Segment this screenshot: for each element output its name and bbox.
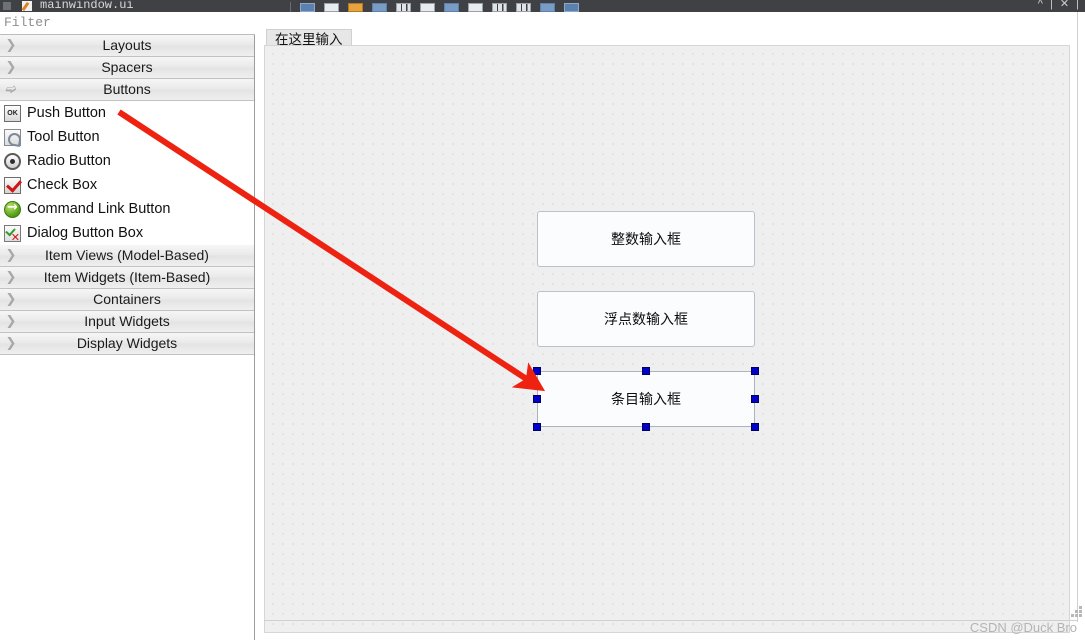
command-link-button-icon [4,200,21,218]
toolbar-icon-layout-grid[interactable] [492,3,507,12]
selection-handle-bottom-center[interactable] [642,423,650,431]
widget-box-panel: Filter ❯ Layouts ❯ Spacers ➫ Buttons OK … [0,12,255,640]
watermark-text: CSDN @Duck Bro [969,620,1077,635]
category-input-widgets[interactable]: ❯ Input Widgets [0,311,254,333]
widget-item-push-button[interactable]: OK Push Button [0,101,254,125]
tool-button-icon [4,129,21,146]
toolbar-icon-edit-buddies[interactable] [348,3,363,12]
radio-button-icon [4,153,21,170]
toolbar-icon-layout-horizontal[interactable] [396,3,411,12]
toolbar-separator [290,2,291,12]
category-layouts[interactable]: ❯ Layouts [0,35,254,57]
widget-item-label: Tool Button [27,129,100,145]
widget-item-command-link-button[interactable]: Command Link Button [0,197,254,221]
widget-item-tool-button[interactable]: Tool Button [0,125,254,149]
push-button-icon: OK [4,105,21,122]
category-item-views[interactable]: ❯ Item Views (Model-Based) [0,245,254,267]
selection-handle-top-center[interactable] [642,367,650,375]
form-widget-label: 浮点数输入框 [604,312,688,328]
category-display-widgets[interactable]: ❯ Display Widgets [0,333,254,355]
resize-grip[interactable] [1071,606,1083,618]
form-editor: 在这里输入 整数输入框 浮点数输入框 条目输入框 [256,12,1085,640]
selection-handle-middle-right[interactable] [751,395,759,403]
category-label: Layouts [102,37,152,53]
toolbar-icon-layout-splitter-h[interactable] [444,3,459,12]
editor-bottom-border [264,620,1078,621]
document-title: mainwindow.ui [40,0,134,12]
selection-handle-middle-left[interactable] [533,395,541,403]
toolbar [290,0,579,12]
window-controls[interactable]: ^ | ✕ | [1038,0,1081,10]
toolbar-icon-edit-widgets[interactable] [300,3,315,12]
widget-item-label: Push Button [27,105,106,121]
category-label: Spacers [101,59,153,75]
category-label: Display Widgets [76,335,178,351]
widget-tree: ❯ Layouts ❯ Spacers ➫ Buttons OK Push Bu… [0,35,254,355]
widget-item-label: Dialog Button Box [27,225,144,241]
dialog-button-box-icon [4,225,21,244]
form-canvas[interactable]: 整数输入框 浮点数输入框 条目输入框 [264,45,1070,633]
form-widget-label: 整数输入框 [611,232,681,248]
toolbar-icon-edit-tab-order[interactable] [372,3,387,12]
title-bar: mainwindow.ui ^ | ✕ | [0,0,1085,12]
toolbar-icon-adjust-size[interactable] [564,3,579,12]
selection-handle-bottom-right[interactable] [751,423,759,431]
form-widget-integer-input[interactable]: 整数输入框 [537,211,755,267]
check-box-icon [4,177,21,194]
widget-item-radio-button[interactable]: Radio Button [0,149,254,173]
form-widget-float-input[interactable]: 浮点数输入框 [537,291,755,347]
filter-placeholder: Filter [4,15,51,30]
selection-handle-bottom-left[interactable] [533,423,541,431]
category-buttons[interactable]: ➫ Buttons [0,79,254,101]
toolbar-icon-edit-signals[interactable] [324,3,339,12]
category-label: Containers [93,291,161,307]
toolbar-icon-layout-form[interactable] [516,3,531,12]
form-tab-strip [256,12,1085,37]
category-containers[interactable]: ❯ Containers [0,289,254,311]
category-label: Item Views (Model-Based) [45,247,209,263]
app-menu-icon[interactable] [3,2,11,10]
category-spacers[interactable]: ❯ Spacers [0,57,254,79]
toolbar-icon-break-layout[interactable] [540,3,555,12]
selection-handle-top-left[interactable] [533,367,541,375]
ui-file-icon [22,1,32,11]
form-widget-item-input-selected[interactable]: 条目输入框 [537,371,755,427]
filter-input[interactable]: Filter [0,12,255,35]
form-widget-label: 条目输入框 [611,392,681,408]
category-label: Item Widgets (Item-Based) [43,269,211,285]
widget-item-label: Check Box [27,177,98,193]
toolbar-icon-layout-vertical[interactable] [420,3,435,12]
editor-right-border [1077,12,1078,622]
category-label: Input Widgets [84,313,170,329]
toolbar-icon-layout-splitter-v[interactable] [468,3,483,12]
selection-handle-top-right[interactable] [751,367,759,375]
widget-item-label: Radio Button [27,153,111,169]
widget-item-dialog-button-box[interactable]: Dialog Button Box [0,221,254,245]
category-label: Buttons [103,81,151,97]
category-item-widgets[interactable]: ❯ Item Widgets (Item-Based) [0,267,254,289]
widget-item-label: Command Link Button [27,201,171,217]
widget-item-check-box[interactable]: Check Box [0,173,254,197]
